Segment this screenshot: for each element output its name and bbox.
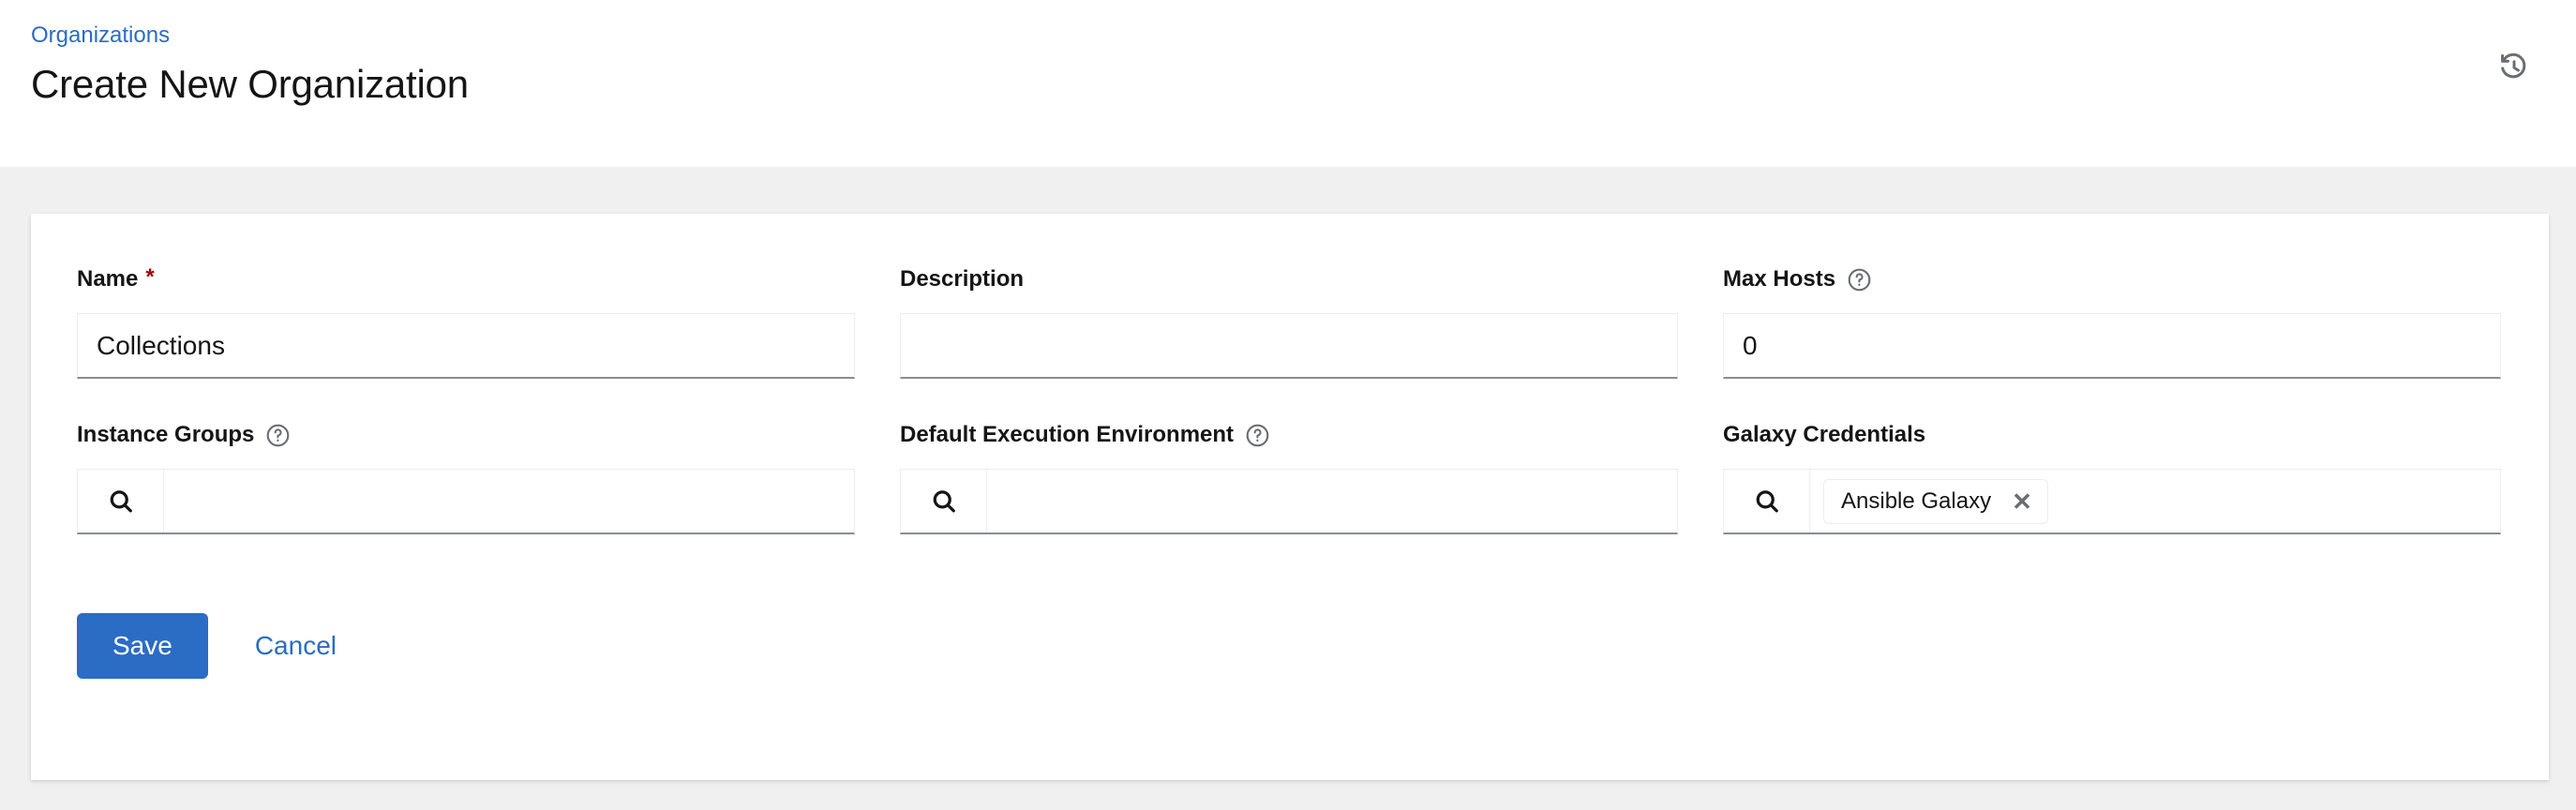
label-default-execution-environment-text: Default Execution Environment bbox=[900, 422, 1234, 448]
name-input-wrapper[interactable] bbox=[77, 313, 855, 379]
default-execution-environment-input[interactable] bbox=[1000, 487, 1664, 517]
galaxy-credentials-lookup[interactable]: Ansible Galaxy ✕ bbox=[1723, 469, 2501, 534]
cancel-button[interactable]: Cancel bbox=[242, 613, 350, 679]
name-input[interactable] bbox=[78, 330, 854, 362]
field-group-max-hosts: Max Hosts bbox=[1723, 266, 2501, 379]
required-indicator: * bbox=[145, 266, 154, 289]
instance-groups-lookup[interactable] bbox=[77, 469, 855, 534]
galaxy-credentials-input[interactable] bbox=[2059, 487, 2487, 517]
question-circle-icon[interactable] bbox=[1847, 267, 1872, 292]
chip-ansible-galaxy[interactable]: Ansible Galaxy ✕ bbox=[1823, 479, 2048, 524]
label-instance-groups-text: Instance Groups bbox=[77, 422, 254, 448]
label-description-text: Description bbox=[900, 266, 1024, 292]
form-actions: Save Cancel bbox=[77, 613, 2503, 679]
question-circle-icon[interactable] bbox=[1245, 423, 1270, 448]
galaxy-credentials-chip-area: Ansible Galaxy ✕ bbox=[1810, 470, 2500, 532]
search-icon bbox=[930, 488, 958, 516]
form-card: Name * Description Max Hosts bbox=[31, 214, 2549, 780]
label-description: Description bbox=[900, 266, 1678, 292]
instance-groups-search-button[interactable] bbox=[78, 470, 164, 532]
description-input[interactable] bbox=[901, 330, 1677, 362]
default-execution-environment-search-button[interactable] bbox=[901, 470, 987, 532]
history-icon bbox=[2498, 52, 2530, 83]
label-name-text: Name bbox=[77, 266, 138, 292]
field-group-instance-groups: Instance Groups bbox=[77, 422, 855, 534]
save-button[interactable]: Save bbox=[77, 613, 208, 679]
search-icon bbox=[107, 488, 135, 516]
chip-label: Ansible Galaxy bbox=[1841, 488, 1991, 515]
field-group-default-execution-environment: Default Execution Environment bbox=[900, 422, 1678, 534]
form-card-body: Name * Description Max Hosts bbox=[77, 266, 2503, 679]
search-icon bbox=[1753, 488, 1781, 516]
label-galaxy-credentials-text: Galaxy Credentials bbox=[1723, 422, 1925, 448]
question-circle-icon[interactable] bbox=[265, 423, 291, 448]
label-max-hosts-text: Max Hosts bbox=[1723, 266, 1835, 292]
chip-remove-button[interactable]: ✕ bbox=[2006, 486, 2038, 518]
label-name: Name * bbox=[77, 266, 855, 292]
default-execution-environment-chip-area bbox=[987, 470, 1677, 532]
field-group-galaxy-credentials: Galaxy Credentials Ansible Galax bbox=[1723, 422, 2501, 534]
organization-form-grid: Name * Description Max Hosts bbox=[77, 266, 2503, 534]
instance-groups-chip-area bbox=[164, 470, 854, 532]
breadcrumb: Organizations bbox=[31, 22, 170, 50]
breadcrumb-link-organizations[interactable]: Organizations bbox=[31, 22, 170, 48]
default-execution-environment-lookup[interactable] bbox=[900, 469, 1678, 534]
history-button[interactable] bbox=[2492, 45, 2537, 90]
page-header: Organizations Create New Organization bbox=[0, 0, 2576, 167]
description-input-wrapper[interactable] bbox=[900, 313, 1678, 379]
page-title: Create New Organization bbox=[31, 61, 469, 108]
max-hosts-input-wrapper[interactable] bbox=[1723, 313, 2501, 379]
label-default-execution-environment: Default Execution Environment bbox=[900, 422, 1678, 448]
label-max-hosts: Max Hosts bbox=[1723, 266, 2501, 292]
max-hosts-input[interactable] bbox=[1724, 330, 2500, 362]
label-galaxy-credentials: Galaxy Credentials bbox=[1723, 422, 2501, 448]
label-instance-groups: Instance Groups bbox=[77, 422, 855, 448]
galaxy-credentials-search-button[interactable] bbox=[1724, 470, 1810, 532]
field-group-description: Description bbox=[900, 266, 1678, 379]
instance-groups-input[interactable] bbox=[177, 487, 841, 517]
field-group-name: Name * bbox=[77, 266, 855, 379]
